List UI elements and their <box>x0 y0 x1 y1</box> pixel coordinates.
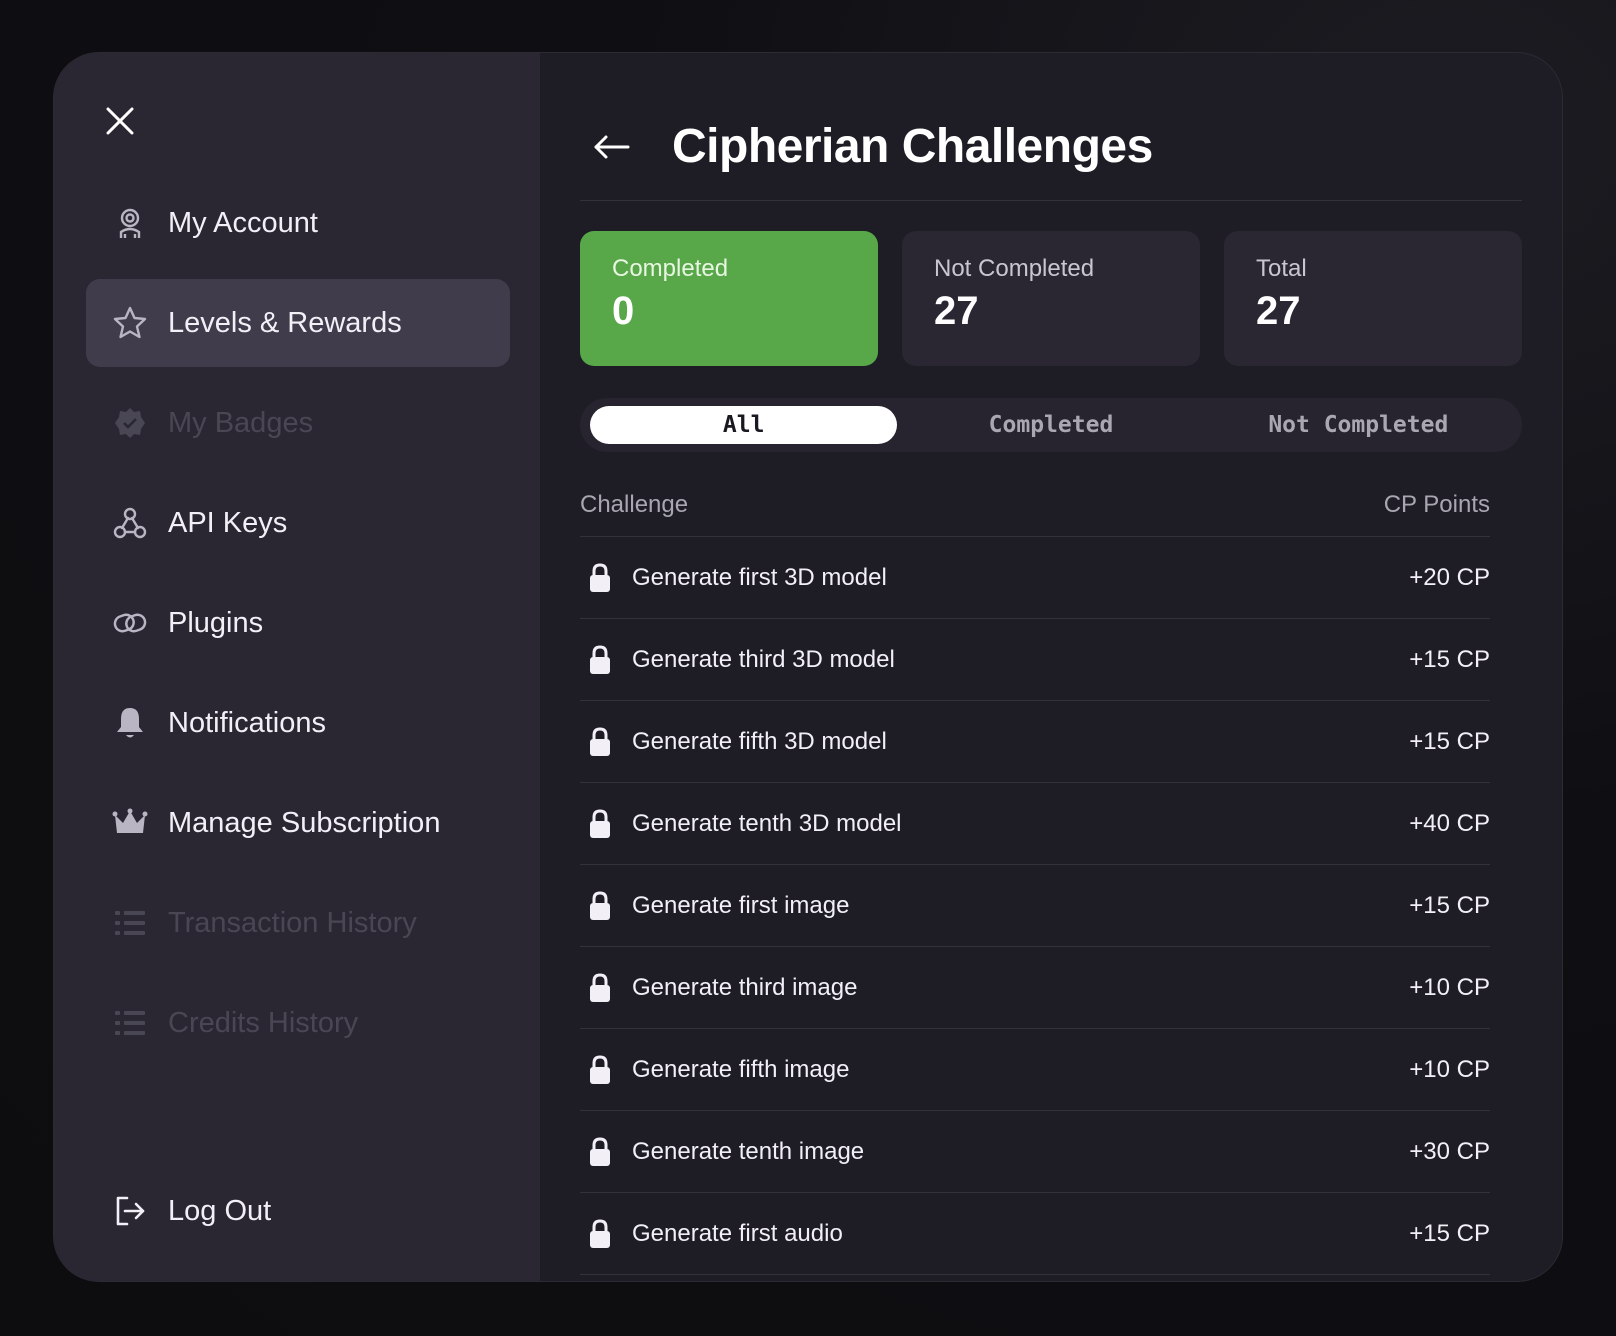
bell-icon <box>112 705 148 741</box>
table-row[interactable]: Generate third image +10 CP <box>580 947 1490 1029</box>
challenge-name: Generate first image <box>632 891 850 919</box>
webhook-icon <box>112 505 148 541</box>
list-icon <box>112 905 148 941</box>
lock-icon <box>584 970 616 1006</box>
lock-icon <box>584 724 616 760</box>
lock-icon <box>584 1134 616 1170</box>
challenge-points: +40 CP <box>1409 809 1490 837</box>
badge-icon <box>112 405 148 441</box>
column-header-points: CP Points <box>1383 490 1490 518</box>
challenge-points: +15 CP <box>1409 891 1490 919</box>
list-icon <box>112 1005 148 1041</box>
star-icon <box>112 305 148 341</box>
stat-value: 27 <box>934 289 979 333</box>
table-row[interactable]: Generate third 3D model +15 CP <box>580 619 1490 701</box>
challenge-name: Generate first audio <box>632 1219 843 1247</box>
lock-icon <box>584 642 616 678</box>
challenge-name: Generate fifth image <box>632 1055 850 1083</box>
stat-value: 27 <box>1256 289 1301 333</box>
stat-label: Not Completed <box>934 255 1095 282</box>
sidebar-item-label: API Keys <box>168 506 288 539</box>
back-arrow-icon[interactable] <box>592 127 632 167</box>
lock-icon <box>584 1052 616 1088</box>
settings-modal: My Account Levels & Rewards My Badges AP… <box>53 52 1563 1282</box>
stat-label: Completed <box>612 255 729 282</box>
sidebar-item-transaction-history[interactable]: Transaction History <box>86 879 510 967</box>
sidebar-item-label: Levels & Rewards <box>168 306 402 339</box>
sidebar-item-plugins[interactable]: Plugins <box>86 579 510 667</box>
table-row[interactable]: Generate first audio +15 CP <box>580 1193 1490 1275</box>
lock-icon <box>584 1216 616 1252</box>
table-row[interactable]: Generate fifth image +10 CP <box>580 1029 1490 1111</box>
sidebar: My Account Levels & Rewards My Badges AP… <box>54 53 540 1281</box>
logout-icon <box>112 1193 148 1229</box>
sidebar-item-manage-subscription[interactable]: Manage Subscription <box>86 779 510 867</box>
sidebar-item-label: My Account <box>168 206 318 239</box>
challenge-points: +20 CP <box>1409 563 1490 591</box>
page-header: Cipherian Challenges <box>580 93 1522 201</box>
logout-label: Log Out <box>168 1194 272 1227</box>
sidebar-item-label: Transaction History <box>168 906 417 939</box>
close-icon[interactable] <box>104 105 136 137</box>
sidebar-nav: My Account Levels & Rewards My Badges AP… <box>86 179 510 1079</box>
sidebar-item-my-account[interactable]: My Account <box>86 179 510 267</box>
table-row[interactable]: Generate tenth 3D model +40 CP <box>580 783 1490 865</box>
stat-label: Total <box>1256 255 1307 282</box>
sidebar-item-label: Credits History <box>168 1006 359 1039</box>
main-panel: Cipherian Challenges Completed 0 Not Com… <box>540 53 1562 1281</box>
filter-tabs: All Completed Not Completed <box>580 398 1522 452</box>
sidebar-item-label: Notifications <box>168 706 326 739</box>
table-body: Generate first 3D model +20 CP Generate th… <box>580 537 1490 1275</box>
stat-card-completed: Completed 0 <box>580 231 878 366</box>
challenge-points: +15 CP <box>1409 645 1490 673</box>
stat-card-not-completed: Not Completed 27 <box>902 231 1200 366</box>
user-icon <box>112 205 148 241</box>
challenge-name: Generate third image <box>632 973 858 1001</box>
challenge-name: Generate fifth 3D model <box>632 727 887 755</box>
page-title: Cipherian Challenges <box>672 120 1153 173</box>
challenge-name: Generate third 3D model <box>632 645 895 673</box>
stats-row: Completed 0 Not Completed 27 Total 27 <box>580 231 1522 366</box>
challenges-table: Challenge CP Points Generate first 3D mo… <box>580 473 1490 1275</box>
challenge-points: +30 CP <box>1409 1137 1490 1165</box>
challenge-points: +10 CP <box>1409 1055 1490 1083</box>
table-header: Challenge CP Points <box>580 473 1490 537</box>
stat-card-total: Total 27 <box>1224 231 1522 366</box>
table-row[interactable]: Generate fifth 3D model +15 CP <box>580 701 1490 783</box>
challenge-name: Generate tenth image <box>632 1137 865 1165</box>
column-header-challenge: Challenge <box>580 490 689 518</box>
sidebar-item-api-keys[interactable]: API Keys <box>86 479 510 567</box>
tab-completed[interactable]: Completed <box>897 406 1204 444</box>
sidebar-item-my-badges[interactable]: My Badges <box>86 379 510 467</box>
tab-not-completed[interactable]: Not Completed <box>1205 406 1512 444</box>
crown-icon <box>112 805 148 841</box>
challenge-name: Generate tenth 3D model <box>632 809 902 837</box>
sidebar-item-notifications[interactable]: Notifications <box>86 679 510 767</box>
link-icon <box>112 605 148 641</box>
lock-icon <box>584 888 616 924</box>
sidebar-item-credits-history[interactable]: Credits History <box>86 979 510 1067</box>
sidebar-item-label: Plugins <box>168 606 264 639</box>
stat-value: 0 <box>612 289 635 333</box>
sidebar-item-levels-rewards[interactable]: Levels & Rewards <box>86 279 510 367</box>
table-row[interactable]: Generate first 3D model +20 CP <box>580 537 1490 619</box>
challenge-points: +15 CP <box>1409 1219 1490 1247</box>
lock-icon <box>584 560 616 596</box>
challenge-points: +15 CP <box>1409 727 1490 755</box>
table-row[interactable]: Generate first image +15 CP <box>580 865 1490 947</box>
logout-button[interactable]: Log Out <box>112 1193 271 1229</box>
lock-icon <box>584 806 616 842</box>
table-row[interactable]: Generate tenth image +30 CP <box>580 1111 1490 1193</box>
tab-all[interactable]: All <box>590 406 898 444</box>
challenge-points: +10 CP <box>1409 973 1490 1001</box>
sidebar-item-label: My Badges <box>168 406 314 439</box>
sidebar-item-label: Manage Subscription <box>168 806 441 839</box>
challenge-name: Generate first 3D model <box>632 563 887 591</box>
